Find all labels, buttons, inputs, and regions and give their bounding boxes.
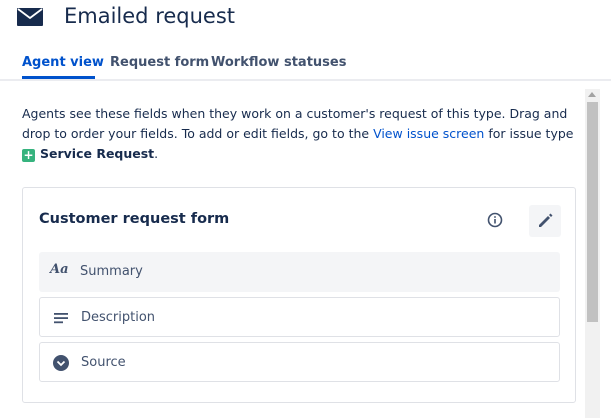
issue-type-label: Service Request	[40, 146, 155, 161]
page-header: Emailed request	[0, 0, 611, 40]
text-aa-icon: Aa	[50, 262, 69, 277]
field-source[interactable]: Source	[39, 342, 560, 382]
field-label: Summary	[80, 264, 143, 279]
paragraph-lines-icon	[54, 313, 68, 324]
vertical-scrollbar[interactable]	[585, 89, 600, 418]
scroll-up-arrow-icon[interactable]	[588, 92, 596, 97]
edit-form-button[interactable]	[529, 205, 561, 237]
dropdown-chevron-icon	[53, 355, 69, 371]
field-label: Source	[81, 355, 126, 370]
field-label: Description	[81, 310, 156, 325]
active-tab-indicator	[22, 76, 95, 79]
description-text-after-link: for issue type	[484, 126, 574, 141]
tab-request-form[interactable]: Request form	[110, 55, 209, 70]
card-title: Customer request form	[39, 211, 230, 227]
tab-bar: Agent view Request form Workflow statuse…	[0, 50, 611, 81]
mail-icon	[17, 8, 43, 26]
description-period: .	[154, 146, 159, 161]
scrollbar-thumb[interactable]	[587, 102, 598, 322]
tab-workflow-statuses[interactable]: Workflow statuses	[211, 55, 346, 70]
view-issue-screen-link[interactable]: View issue screen	[373, 126, 484, 141]
info-icon[interactable]	[487, 212, 503, 228]
field-description[interactable]: Description	[39, 297, 560, 337]
pencil-icon	[539, 213, 553, 227]
customer-request-form-card: Customer request form Aa Summary Descrip…	[22, 187, 576, 403]
page-title: Emailed request	[64, 4, 236, 28]
field-summary[interactable]: Aa Summary	[39, 252, 560, 292]
agent-view-description: Agents see these fields when they work o…	[22, 104, 578, 164]
tab-agent-view[interactable]: Agent view	[22, 55, 104, 70]
service-request-icon: +	[22, 148, 35, 162]
